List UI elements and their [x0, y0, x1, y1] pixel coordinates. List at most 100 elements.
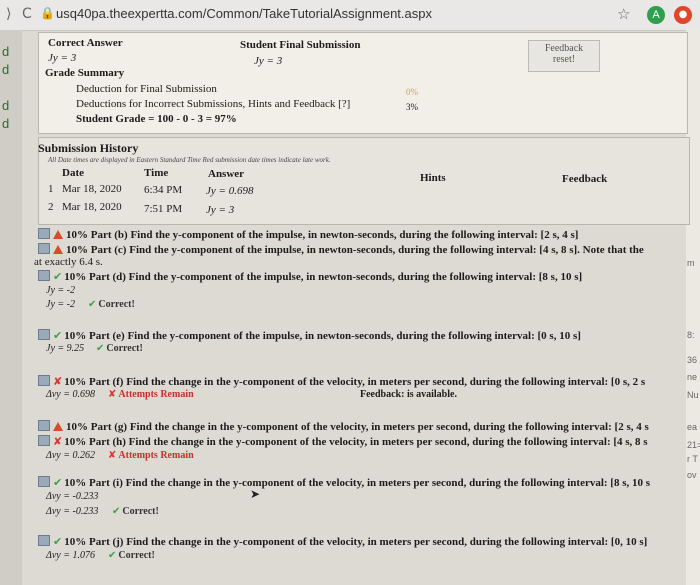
col-answer: Answer	[208, 168, 245, 180]
check-icon: ✔	[108, 550, 117, 561]
student-grade: Student Grade = 100 - 0 - 3 = 97%	[76, 113, 237, 125]
forward-icon[interactable]: ⟩	[6, 6, 11, 22]
right-strip-text: r T	[687, 454, 698, 464]
correct-label: Correct!	[98, 299, 135, 310]
check-icon: ✔	[96, 343, 105, 354]
feedback-button-sub: reset!	[552, 54, 576, 65]
part-e-text: 10% Part (e) Find the y-component of the…	[64, 330, 581, 342]
part-toggle-icon[interactable]	[38, 329, 50, 340]
part-toggle-icon[interactable]	[38, 228, 50, 239]
bookmark-star-icon[interactable]: ☆	[617, 5, 630, 23]
part-j[interactable]: ✔ 10% Part (j) Find the change in the y-c…	[38, 535, 647, 548]
part-i[interactable]: ✔ 10% Part (i) Find the change in the y-c…	[38, 476, 650, 489]
part-c-text: 10% Part (c) Find the y-component of the…	[66, 244, 644, 256]
right-strip-text: 36	[687, 355, 698, 365]
part-toggle-icon[interactable]	[38, 375, 50, 386]
part-g[interactable]: 10% Part (g) Find the change in the y-co…	[38, 420, 649, 433]
right-strip-text: 8:	[687, 330, 695, 340]
check-icon: ✔	[53, 329, 63, 342]
part-f-status: ✘ Attempts Remain	[108, 389, 194, 400]
left-sidebar-strip: d d d d	[0, 30, 22, 585]
part-b-text: 10% Part (b) Find the y-component of the…	[66, 229, 579, 241]
student-final-value: Jy = 3	[254, 55, 283, 67]
correct-label: Correct!	[106, 343, 143, 354]
feedback-button-label: Feedback	[544, 43, 584, 54]
history-note: All Date times are displayed in Eastern …	[48, 156, 331, 164]
part-i-answer-2: Δvy = -0.233	[46, 506, 99, 517]
cross-icon: ✘	[53, 375, 63, 388]
left-strip-letter: d	[2, 116, 10, 131]
part-d-answer-1: Jy = -2	[46, 285, 75, 296]
check-icon: ✔	[53, 535, 63, 548]
part-toggle-icon[interactable]	[38, 435, 50, 446]
part-h[interactable]: ✘ 10% Part (h) Find the change in the y-c…	[38, 435, 648, 448]
part-c[interactable]: 10% Part (c) Find the y-component of the…	[38, 243, 644, 256]
part-d-answer-2: Jy = -2	[46, 299, 75, 310]
history-row-answer: Jy = 0.698	[206, 185, 254, 197]
part-toggle-icon[interactable]	[38, 476, 50, 487]
part-j-status: ✔ Correct!	[108, 550, 155, 561]
reload-icon[interactable]: C	[22, 6, 32, 22]
warning-icon	[53, 230, 63, 239]
address-bar[interactable]: usq40pa.theexpertta.com/Common/TakeTutor…	[56, 6, 432, 21]
deduction-incorrect-percent: 3%	[406, 102, 418, 112]
check-icon: ✔	[53, 476, 63, 489]
history-row-time: 6:34 PM	[144, 184, 183, 196]
attempts-remain-label: Attempts Remain	[118, 450, 194, 461]
right-strip-text: ne	[687, 372, 698, 382]
cross-icon: ✘	[53, 435, 63, 448]
part-f-feedback[interactable]: Feedback: is available.	[360, 389, 457, 400]
right-sidebar-strip: m 8: 36 ne Nu ea 21= r T ov	[686, 30, 700, 585]
part-i-answer-1: Δvy = -0.233	[46, 491, 99, 502]
check-icon: ✔	[112, 506, 121, 517]
check-icon: ✔	[88, 299, 97, 310]
part-j-answer: Δvy = 1.076	[46, 550, 95, 561]
history-row-number: 1	[48, 183, 54, 195]
part-c-continuation: at exactly 6.4 s.	[34, 256, 103, 268]
part-j-text: 10% Part (j) Find the change in the y-co…	[64, 536, 648, 548]
part-d-status: ✔ Correct!	[88, 299, 135, 310]
part-toggle-icon[interactable]	[38, 420, 50, 431]
correct-answer-label: Correct Answer	[48, 37, 123, 49]
right-strip-text: m	[687, 258, 695, 268]
part-b[interactable]: 10% Part (b) Find the y-component of the…	[38, 228, 578, 241]
part-f-answer: Δvy = 0.698	[46, 389, 95, 400]
check-icon: ✔	[53, 270, 63, 283]
part-g-text: 10% Part (g) Find the change in the y-co…	[66, 421, 649, 433]
feedback-button[interactable]: Feedback reset!	[528, 40, 600, 72]
col-date: Date	[62, 167, 84, 179]
extension-icon[interactable]: ●	[674, 6, 692, 24]
history-row-number: 2	[48, 201, 54, 213]
profile-avatar[interactable]: A	[647, 6, 665, 24]
deduction-final-label: Deduction for Final Submission	[76, 83, 217, 95]
left-strip-letter: d	[2, 44, 10, 59]
student-final-label: Student Final Submission	[240, 39, 361, 51]
history-row: 2 Mar 18, 2020 7:51 PM Jy = 3	[42, 199, 602, 216]
correct-label: Correct!	[122, 506, 159, 517]
part-toggle-icon[interactable]	[38, 535, 50, 546]
deduction-final-percent: 0%	[406, 87, 418, 97]
warning-icon	[53, 422, 63, 431]
submission-history-title: Submission History	[38, 141, 139, 155]
history-row-date: Mar 18, 2020	[62, 201, 122, 213]
part-h-text: 10% Part (h) Find the change in the y-co…	[64, 436, 648, 448]
part-e[interactable]: ✔ 10% Part (e) Find the y-component of th…	[38, 329, 581, 342]
part-toggle-icon[interactable]	[38, 270, 50, 281]
warning-icon	[53, 245, 63, 254]
col-time: Time	[144, 167, 169, 179]
part-d[interactable]: ✔ 10% Part (d) Find the y-component of th…	[38, 270, 582, 283]
part-f[interactable]: ✘ 10% Part (f) Find the change in the y-c…	[38, 375, 645, 388]
part-i-status: ✔ Correct!	[112, 506, 159, 517]
cross-icon: ✘	[108, 389, 117, 400]
correct-answer-value: Jy = 3	[48, 52, 77, 64]
lock-icon: 🔒	[40, 6, 55, 20]
left-strip-letter: d	[2, 98, 10, 113]
part-e-status: ✔ Correct!	[96, 343, 143, 354]
grade-summary-label: Grade Summary	[45, 67, 125, 79]
right-strip-text: 21=	[687, 440, 700, 450]
cross-icon: ✘	[108, 450, 117, 461]
right-strip-text: ea	[687, 422, 698, 432]
part-e-answer: Jy = 9.25	[46, 343, 85, 354]
history-row: 1 Mar 18, 2020 6:34 PM Jy = 0.698	[42, 181, 602, 198]
part-toggle-icon[interactable]	[38, 243, 50, 254]
